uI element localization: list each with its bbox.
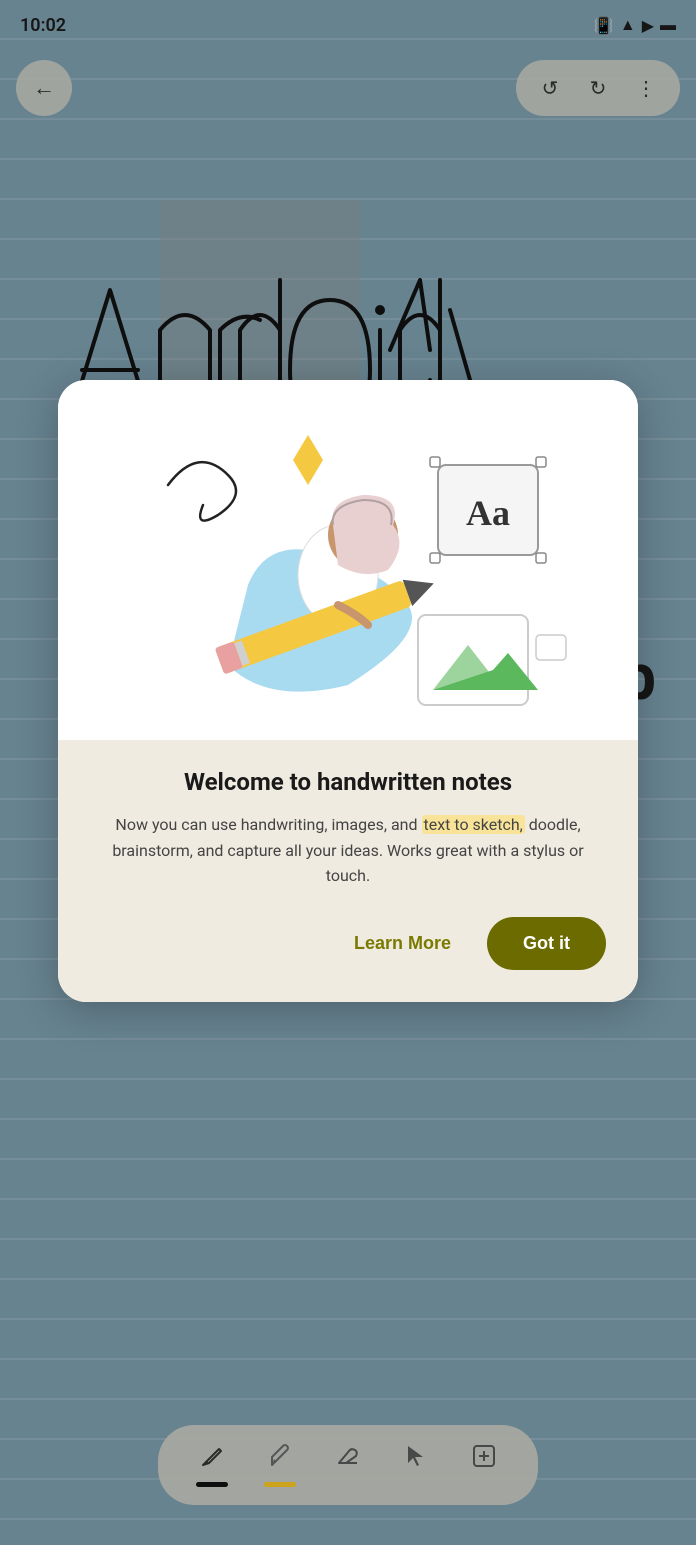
modal-overlay: Aa Welcome to handwritten notes Now you … xyxy=(0,0,696,1545)
modal-actions: Learn More Got it xyxy=(90,917,606,970)
illustration-svg: Aa xyxy=(108,405,588,725)
modal-title: Welcome to handwritten notes xyxy=(90,768,606,796)
modal-content: Welcome to handwritten notes Now you can… xyxy=(58,740,638,1002)
description-highlight: text to sketch, xyxy=(422,815,525,834)
svg-text:Aa: Aa xyxy=(466,493,510,533)
modal-illustration: Aa xyxy=(58,380,638,740)
sparkle-shape xyxy=(293,435,323,485)
welcome-modal: Aa Welcome to handwritten notes Now you … xyxy=(58,380,638,1002)
got-it-button[interactable]: Got it xyxy=(487,917,606,970)
learn-more-button[interactable]: Learn More xyxy=(338,925,467,962)
modal-description: Now you can use handwriting, images, and… xyxy=(90,812,606,889)
description-part1: Now you can use handwriting, images, and xyxy=(115,815,421,834)
